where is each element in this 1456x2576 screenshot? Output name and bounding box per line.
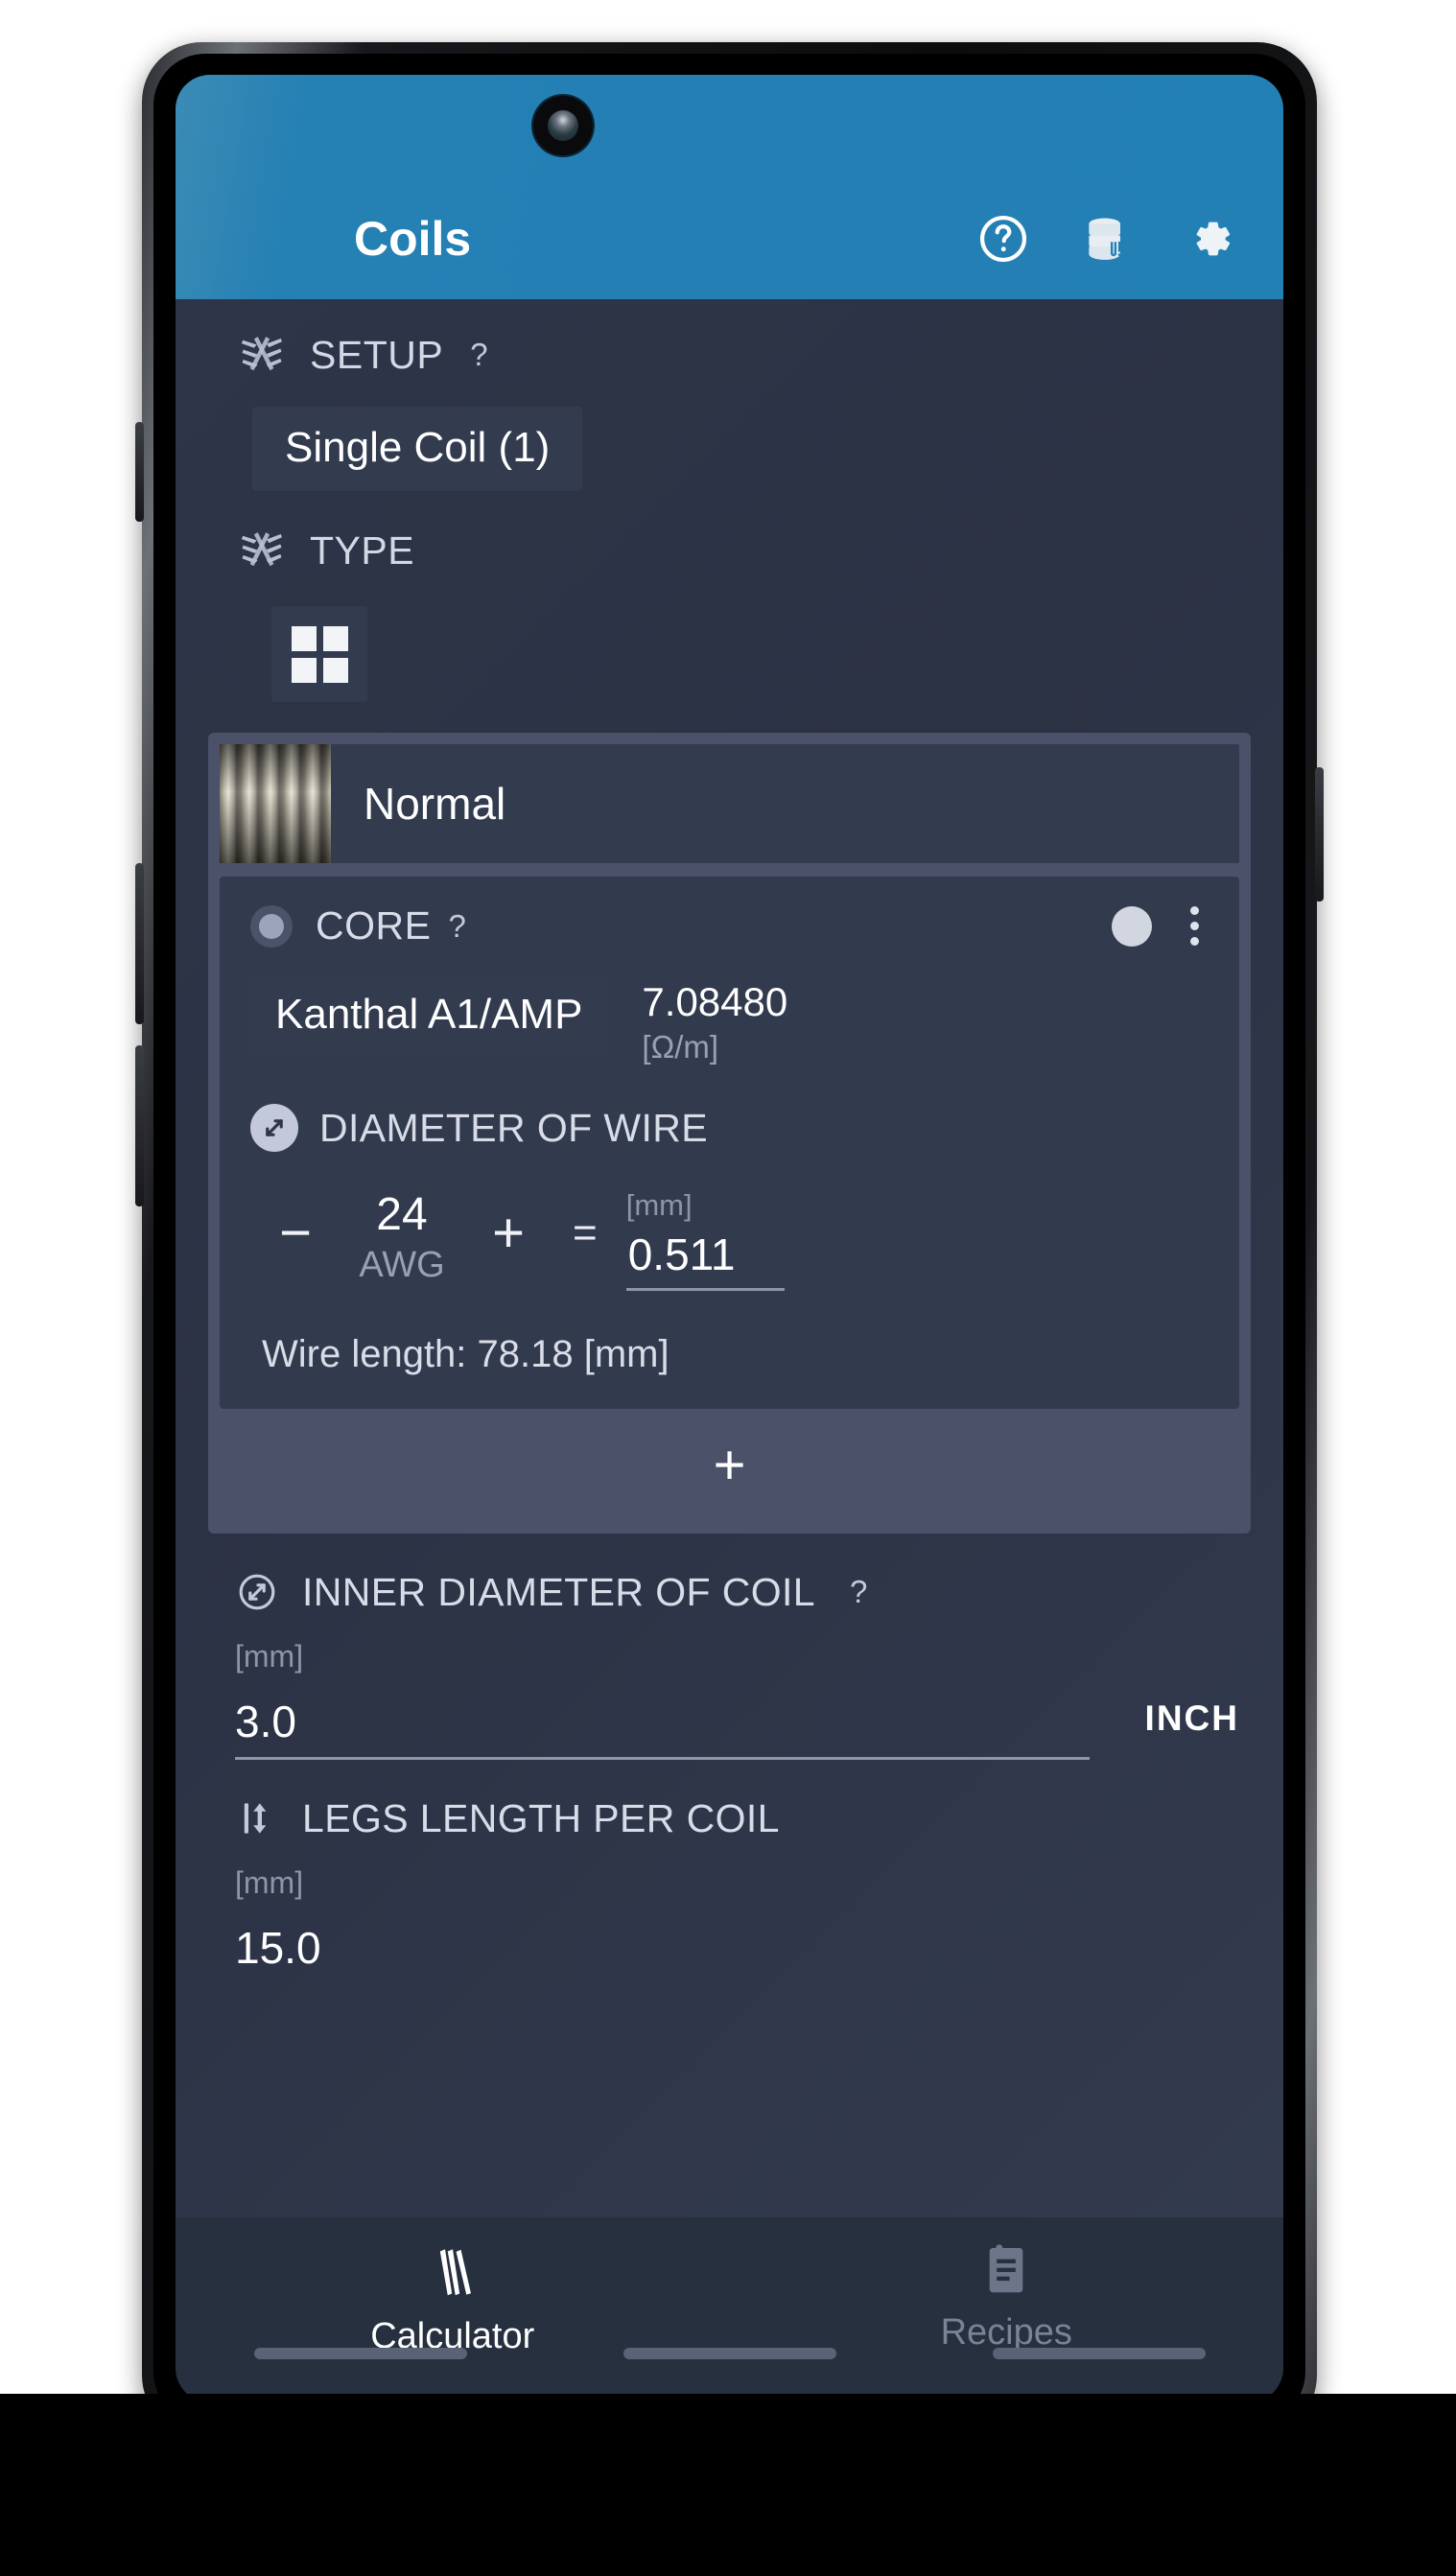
equals-sign: = [573, 1209, 598, 1256]
type-grid-button[interactable] [271, 606, 367, 702]
legs-length-label: LEGS LENGTH PER COIL [302, 1795, 780, 1840]
phone-volume-down-button [135, 1045, 144, 1206]
setup-select[interactable]: Single Coil (1) [252, 407, 583, 491]
gauge-display: 24 AWG [331, 1188, 473, 1286]
screenshot-root: Coils SETUP ? Single Coil (1) TYPE Norma… [0, 0, 1456, 2576]
core-header-actions [1112, 904, 1209, 948]
wire-diameter-unit: [mm] [625, 1188, 693, 1222]
core-material-row: Kanthal A1/AMP 7.08480 [Ω/m] [250, 973, 1209, 1066]
diameter-of-wire-label: DIAMETER OF WIRE [319, 1105, 709, 1150]
gauge-value: 24 [376, 1189, 428, 1240]
diameter-arrow-icon [250, 1104, 298, 1152]
phone-power-button [1315, 767, 1324, 902]
inch-toggle-button[interactable]: INCH [1145, 1698, 1239, 1760]
type-label: TYPE [310, 527, 415, 573]
core-material-select[interactable]: Kanthal A1/AMP [250, 973, 608, 1058]
core-header: CORE ? [250, 903, 1209, 948]
gesture-pill-home[interactable] [622, 2348, 836, 2359]
diameter-arrow-icon [231, 1566, 283, 1618]
tab-calculator[interactable]: Calculator [176, 2217, 730, 2402]
tab-recipes[interactable]: Recipes [730, 2217, 1284, 2402]
gauge-unit: AWG [359, 1245, 445, 1285]
core-resistance-value: 7.08480 [642, 979, 788, 1024]
app-bar: Coils [176, 75, 1283, 299]
database-coil-icon[interactable] [1080, 212, 1134, 266]
color-circle-icon[interactable] [1112, 905, 1152, 947]
setup-label: SETUP [310, 332, 444, 377]
gesture-pill-back[interactable] [253, 2348, 467, 2359]
core-resistance-unit: [Ω/m] [642, 1029, 719, 1065]
wire-diameter-mm: [mm] 0.511 [625, 1188, 786, 1291]
front-camera [533, 96, 593, 155]
core-panel: CORE ? Kanthal A1/AMP 7.08480 [Ω/m] DIAM… [220, 877, 1239, 1409]
page-title: Coils [354, 212, 472, 266]
coil-photo-icon [220, 744, 331, 863]
twisted-wire-icon [235, 328, 289, 382]
app-bar-actions [976, 212, 1258, 266]
clipboard-icon [976, 2240, 1036, 2305]
radio-selected-icon[interactable] [250, 904, 293, 948]
inner-diameter-body: [mm] 3.0 INCH [176, 1618, 1283, 1760]
inner-diameter-input[interactable]: 3.0 [235, 1684, 1090, 1760]
help-circle-icon[interactable] [976, 212, 1030, 266]
add-wire-button[interactable]: + [220, 1409, 1239, 1522]
wire-length-text: Wire length: 78.18 [mm] [262, 1333, 669, 1375]
type-section-header: TYPE [176, 524, 1283, 577]
plus-icon: + [713, 1434, 746, 1496]
core-label: CORE [316, 903, 432, 948]
system-gesture-bar [176, 2348, 1283, 2359]
gear-icon[interactable] [1184, 212, 1237, 266]
inner-diameter-unit: [mm] [235, 1639, 304, 1674]
legs-length-unit: [mm] [235, 1865, 304, 1900]
legs-length-field: LEGS LENGTH PER COIL [mm] 15.0 [176, 1760, 1283, 1983]
vertical-arrow-icon [231, 1792, 283, 1844]
core-help-icon[interactable]: ? [448, 908, 465, 945]
coil-flame-icon [421, 2240, 484, 2308]
inner-diameter-label: INNER DIAMETER OF COIL [302, 1569, 816, 1614]
coil-card: Normal CORE ? Kanthal A1/AMP 7.08480 [Ω/… [208, 733, 1251, 1534]
gesture-pill-recents[interactable] [992, 2348, 1206, 2359]
gauge-decrement-button[interactable]: − [260, 1188, 331, 1261]
setup-section-header: SETUP ? [176, 328, 1283, 382]
phone-side-button [135, 422, 144, 522]
inner-diameter-input-wrap: [mm] 3.0 [235, 1639, 1145, 1760]
kebab-menu-icon[interactable] [1181, 904, 1209, 948]
wire-diameter-input[interactable]: 0.511 [625, 1225, 786, 1291]
wire-gauge-stepper: − 24 AWG + = [mm] 0.511 [250, 1188, 1209, 1291]
gauge-increment-button[interactable]: + [473, 1188, 544, 1261]
coil-type-row[interactable]: Normal [220, 744, 1239, 863]
twisted-wire-icon [235, 524, 289, 577]
image-bottom-bar [0, 2394, 1456, 2576]
phone-volume-up-button [135, 863, 144, 1024]
grid-icon [291, 625, 348, 683]
inner-diameter-header: INNER DIAMETER OF COIL ? [176, 1566, 1283, 1618]
legs-length-header: LEGS LENGTH PER COIL [176, 1792, 1283, 1844]
phone-screen: Coils SETUP ? Single Coil (1) TYPE Norma… [176, 75, 1283, 2402]
main-content: SETUP ? Single Coil (1) TYPE Normal CORE… [176, 299, 1283, 2217]
legs-length-input-wrap: [mm] 15.0 [235, 1865, 1239, 1983]
setup-help-icon[interactable]: ? [470, 337, 487, 373]
bottom-navigation: Calculator Recipes [176, 2217, 1283, 2402]
legs-length-body: [mm] 15.0 [176, 1844, 1283, 1983]
coil-type-label: Normal [364, 779, 506, 829]
inner-diameter-field: INNER DIAMETER OF COIL ? [mm] 3.0 INCH [176, 1534, 1283, 1760]
legs-length-input[interactable]: 15.0 [235, 1910, 1184, 1983]
diameter-of-wire-header: DIAMETER OF WIRE [250, 1104, 1209, 1152]
core-resistance: 7.08480 [Ω/m] [642, 973, 787, 1066]
inner-diameter-help-icon[interactable]: ? [850, 1574, 867, 1610]
